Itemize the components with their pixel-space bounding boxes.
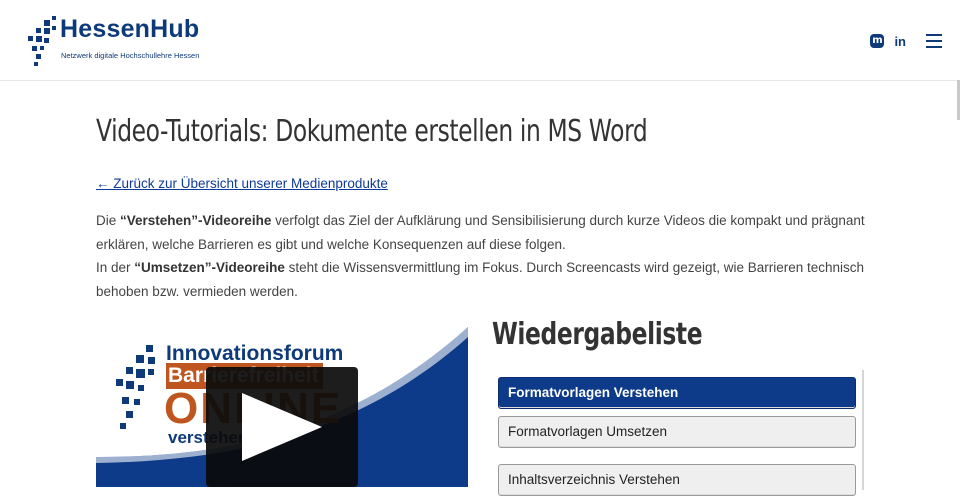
menu-icon[interactable]	[926, 34, 942, 48]
playlist-item-formatvorlagen-verstehen[interactable]: Formatvorlagen Verstehen	[498, 377, 856, 409]
video-player[interactable]: Innovationsforum Barrierefreiheit ONLINE…	[96, 327, 468, 487]
play-button[interactable]	[206, 367, 358, 487]
site-header: HessenHub Netzwerk digitale Hochschulleh…	[0, 0, 960, 81]
playlist-title: Wiedergabeliste	[492, 317, 703, 352]
back-to-overview-link[interactable]: ← Zurück zur Übersicht unserer Medienpro…	[96, 176, 388, 191]
intro-paragraph-umsetzen: In der “Umsetzen”-Videoreihe steht die W…	[96, 260, 865, 299]
playlist-item-inhaltsverzeichnis-verstehen[interactable]: Inhaltsverzeichnis Verstehen	[498, 464, 856, 496]
intro-bold-verstehen: “Verstehen”-Videoreihe	[120, 213, 272, 228]
intro-text: Die “Verstehen”-Videoreihe verfolgt das …	[96, 209, 876, 303]
play-icon	[242, 393, 322, 461]
intro-paragraph-verstehen: Die “Verstehen”-Videoreihe verfolgt das …	[96, 213, 865, 252]
logo-title: HessenHub	[60, 15, 200, 43]
playlist: Formatvorlagen Verstehen Formatvorlagen …	[494, 370, 864, 496]
logo-subtitle: Netzwerk digitale Hochschullehre Hessen	[61, 51, 200, 60]
header-icons: m in	[870, 30, 942, 52]
hessenhub-logo[interactable]: HessenHub Netzwerk digitale Hochschulleh…	[28, 14, 228, 68]
linkedin-icon[interactable]: in	[894, 34, 906, 49]
playlist-item-formatvorlagen-umsetzen[interactable]: Formatvorlagen Umsetzen	[498, 416, 856, 448]
mastodon-icon[interactable]: m	[870, 34, 885, 48]
logo-mark-icon	[28, 14, 58, 68]
intro-bold-umsetzen: “Umsetzen”-Videoreihe	[134, 260, 285, 275]
page-title: Video-Tutorials: Dokumente erstellen in …	[96, 114, 648, 149]
